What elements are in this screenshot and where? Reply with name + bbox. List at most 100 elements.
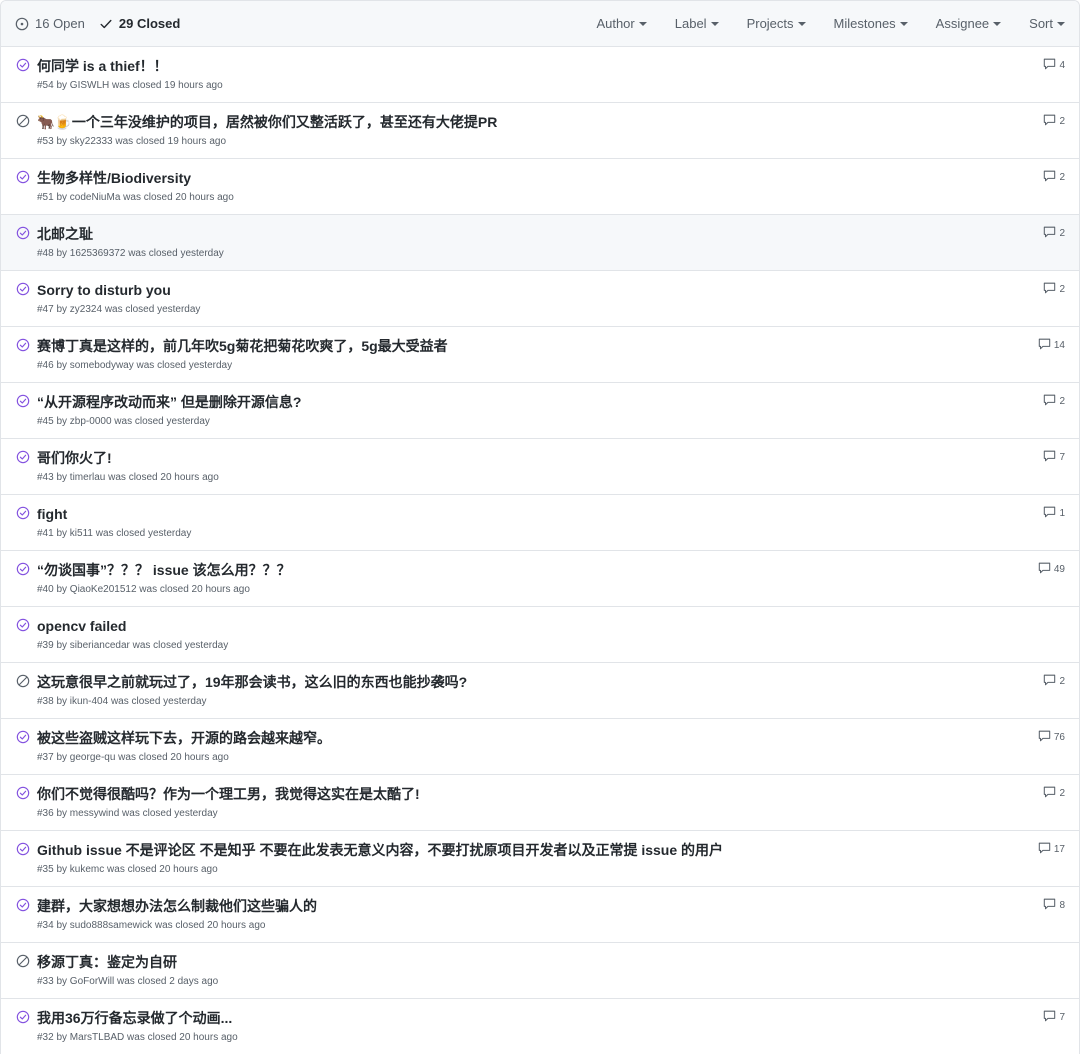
issue-title-link[interactable]: 北邮之耻 (37, 225, 999, 243)
issue-content: 生物多样性/Biodiversity #51 by codeNiuMa was c… (37, 169, 999, 204)
issue-title-link[interactable]: 🐂🍺一个三年没维护的项目，居然被你们又整活跃了，甚至还有大佬提PR (37, 113, 999, 131)
caret-down-icon (1057, 22, 1065, 26)
comment-count: 2 (1059, 116, 1065, 127)
comment-icon (1043, 674, 1056, 689)
comment-count-link[interactable]: 2 (1043, 170, 1065, 185)
comment-count: 14 (1053, 340, 1065, 351)
issue-title-link[interactable]: 被这些盗贼这样玩下去，开源的路会越来越窄。 (37, 729, 999, 747)
issue-title-link[interactable]: 我用36万行备忘录做了个动画... (37, 1009, 999, 1027)
issue-row: 生物多样性/Biodiversity #51 by codeNiuMa was c… (1, 159, 1079, 215)
issue-closed-completed-icon (16, 842, 30, 861)
caret-down-icon (797, 22, 806, 26)
filter-label-dropdown[interactable]: Label (675, 16, 719, 31)
issue-row: 哥们你火了! #43 by timerlau was closed 20 hour… (1, 439, 1079, 495)
issue-meta: #45 by zbp-0000 was closed yesterday (37, 416, 210, 427)
filter-sort-dropdown[interactable]: Sort (1029, 16, 1065, 31)
filter-label: Sort (1029, 16, 1053, 31)
filter-milestones-dropdown[interactable]: Milestones (834, 16, 908, 31)
issue-title-link[interactable]: 你们不觉得很酷吗？作为一个理工男，我觉得这实在是太酷了! (37, 785, 999, 803)
comment-count: 4 (1059, 60, 1065, 71)
issue-row: 这玩意很早之前就玩过了，19年那会读书，这么旧的东西也能抄袭吗? #38 by i… (1, 663, 1079, 719)
issue-title-link[interactable]: “勿谈国事”？？？ issue 该怎么用？？？ (37, 561, 999, 579)
caret-down-icon (993, 22, 1002, 26)
comment-icon (1043, 58, 1056, 73)
issue-meta: #32 by MarsTLBAD was closed 20 hours ago (37, 1032, 238, 1043)
comment-icon (1043, 506, 1056, 521)
issue-closed-completed-icon (16, 226, 30, 245)
issue-content: 何同学 is a thief！！ #54 by GISWLH was closed… (37, 57, 999, 92)
filter-author-dropdown[interactable]: Author (596, 16, 647, 31)
issue-closed-not-planned-icon (16, 954, 30, 973)
issues-list-header: 16 Open 29 Closed Author Label Projects Mil… (1, 1, 1079, 47)
issue-title-link[interactable]: 建群，大家想想办法怎么制裁他们这些骗人的 (37, 897, 999, 915)
issue-closed-not-planned-icon (16, 674, 30, 693)
filter-projects-dropdown[interactable]: Projects (747, 16, 806, 31)
issue-content: 🐂🍺一个三年没维护的项目，居然被你们又整活跃了，甚至还有大佬提PR #53 by … (37, 113, 999, 148)
issue-title-link[interactable]: 哥们你火了! (37, 449, 999, 467)
issue-closed-completed-icon (16, 58, 30, 77)
comment-count-link[interactable]: 14 (1038, 338, 1065, 353)
issue-closed-completed-icon (16, 394, 30, 413)
issue-title-link[interactable]: 移源丁真：鉴定为自研 (37, 953, 999, 971)
issue-row: 移源丁真：鉴定为自研 #33 by GoForWill was closed 2 … (1, 943, 1079, 999)
comment-count: 76 (1053, 732, 1065, 743)
issue-title-link[interactable]: 这玩意很早之前就玩过了，19年那会读书，这么旧的东西也能抄袭吗? (37, 673, 999, 691)
issue-meta: #46 by somebodyway was closed yesterday (37, 360, 233, 371)
comment-count-link[interactable]: 2 (1043, 114, 1065, 129)
issue-meta: #43 by timerlau was closed 20 hours ago (37, 472, 219, 483)
issue-closed-completed-icon (16, 1010, 30, 1029)
comment-count-link[interactable]: 1 (1043, 506, 1065, 521)
filter-label: Author (596, 16, 635, 31)
comment-count: 2 (1059, 396, 1065, 407)
comment-count-link[interactable]: 49 (1038, 562, 1065, 577)
open-issues-toggle[interactable]: 16 Open (15, 16, 85, 31)
comment-icon (1038, 842, 1051, 857)
caret-down-icon (638, 22, 647, 26)
filter-menus: Author Label Projects Milestones Assignee Sor… (596, 16, 1065, 31)
issue-closed-completed-icon (16, 506, 30, 525)
comment-count-link[interactable]: 2 (1043, 674, 1065, 689)
issue-title-link[interactable]: 赛博丁真是这样的，前几年吹5g菊花把菊花吹爽了，5g最大受益者 (37, 337, 999, 355)
comment-count-link[interactable]: 4 (1043, 58, 1065, 73)
comment-icon (1043, 394, 1056, 409)
open-count-label: 16 Open (35, 16, 85, 31)
issue-meta: #53 by sky22333 was closed 19 hours ago (37, 136, 227, 147)
issue-title-link[interactable]: “从开源程序改动而来” 但是删除开源信息? (37, 393, 999, 411)
comment-icon (1043, 282, 1056, 297)
issue-open-icon (15, 17, 29, 31)
comment-count-link[interactable]: 2 (1043, 282, 1065, 297)
issue-meta: #47 by zy2324 was closed yesterday (37, 304, 201, 315)
comment-count-link[interactable]: 17 (1038, 842, 1065, 857)
comment-icon (1043, 114, 1056, 129)
issue-closed-completed-icon (16, 562, 30, 581)
comment-count-link[interactable]: 76 (1038, 730, 1065, 745)
issues-box: 16 Open 29 Closed Author Label Projects Mil… (0, 0, 1080, 1054)
issue-title-link[interactable]: fight (37, 505, 999, 523)
issue-meta: #51 by codeNiuMa was closed 20 hours ago (37, 192, 234, 203)
issue-closed-completed-icon (16, 282, 30, 301)
issue-row: 建群，大家想想办法怎么制裁他们这些骗人的 #34 by sudo888samewi… (1, 887, 1079, 943)
comment-count-link[interactable]: 2 (1043, 226, 1065, 241)
closed-issues-toggle[interactable]: 29 Closed (99, 16, 180, 31)
comment-count-link[interactable]: 7 (1043, 450, 1065, 465)
issue-meta: #33 by GoForWill was closed 2 days ago (37, 976, 219, 987)
issue-title-link[interactable]: Sorry to disturb you (37, 281, 999, 299)
closed-count-label: 29 Closed (118, 16, 181, 31)
comment-count: 2 (1059, 228, 1065, 239)
issue-row: 被这些盗贼这样玩下去，开源的路会越来越窄。 #37 by george-qu wa… (1, 719, 1079, 775)
caret-down-icon (710, 22, 719, 26)
issue-title-link[interactable]: 生物多样性/Biodiversity (37, 169, 999, 187)
comment-count: 2 (1059, 676, 1065, 687)
comment-count-link[interactable]: 2 (1043, 786, 1065, 801)
comment-count-link[interactable]: 2 (1043, 394, 1065, 409)
issue-meta: #38 by ikun-404 was closed yesterday (37, 696, 207, 707)
comment-icon (1043, 170, 1056, 185)
issue-closed-completed-icon (16, 170, 30, 189)
filter-assignee-dropdown[interactable]: Assignee (936, 16, 1002, 31)
issue-title-link[interactable]: 何同学 is a thief！！ (37, 57, 999, 75)
issue-title-link[interactable]: opencv failed (37, 617, 999, 635)
comment-count-link[interactable]: 7 (1043, 1010, 1065, 1025)
issue-title-link[interactable]: Github issue 不是评论区 不是知乎 不要在此发表无意义内容，不要打扰… (37, 841, 999, 859)
comment-count-link[interactable]: 8 (1043, 898, 1065, 913)
comment-count: 2 (1059, 172, 1065, 183)
